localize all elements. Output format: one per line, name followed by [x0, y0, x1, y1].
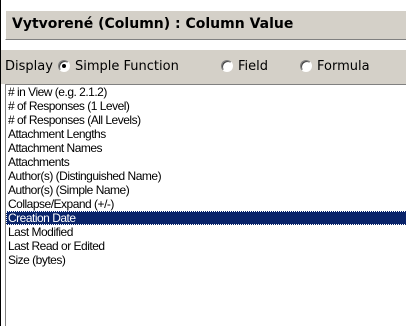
column-value-panel: Vytvorené (Column) : Column Value Displa…: [0, 0, 406, 326]
radio-selected-dot-icon: [62, 64, 66, 68]
display-options-row: Display Simple Function Field Formula: [1, 50, 406, 84]
field-radio[interactable]: Field: [221, 58, 268, 74]
list-item-last-modified[interactable]: Last Modified: [6, 225, 406, 239]
list-item-author-distinguished[interactable]: Author(s) (Distinguished Name): [6, 169, 406, 183]
formula-radio[interactable]: Formula: [300, 58, 370, 74]
simple-function-radio[interactable]: Simple Function: [58, 58, 179, 74]
list-item-attachment-names[interactable]: Attachment Names: [6, 141, 406, 155]
panel-header: Vytvorené (Column) : Column Value: [5, 10, 406, 40]
formula-label[interactable]: Formula: [317, 59, 370, 74]
list-item-responses-1-level[interactable]: # of Responses (1 Level): [6, 99, 406, 113]
list-item-responses-all-levels[interactable]: # of Responses (All Levels): [6, 113, 406, 127]
simple-function-label[interactable]: Simple Function: [75, 59, 179, 74]
list-item-size-bytes[interactable]: Size (bytes): [6, 253, 406, 267]
list-item-attachments[interactable]: Attachments: [6, 155, 406, 169]
list-item-author-simple[interactable]: Author(s) (Simple Name): [6, 183, 406, 197]
radio-button-icon[interactable]: [58, 60, 70, 72]
field-label[interactable]: Field: [238, 59, 268, 74]
radio-button-icon[interactable]: [221, 60, 233, 72]
list-item-in-view[interactable]: # in View (e.g. 2.1.2): [6, 85, 406, 99]
list-item-attachment-lengths[interactable]: Attachment Lengths: [6, 127, 406, 141]
display-label: Display: [5, 59, 53, 74]
list-item-creation-date-selected[interactable]: Creation Date: [6, 211, 406, 225]
radio-button-icon[interactable]: [300, 60, 312, 72]
panel-title: Vytvorené (Column) : Column Value: [12, 16, 294, 32]
function-list[interactable]: # in View (e.g. 2.1.2) # of Responses (1…: [5, 84, 406, 326]
list-item-collapse-expand[interactable]: Collapse/Expand (+/-): [6, 197, 406, 211]
list-item-last-read-or-edited[interactable]: Last Read or Edited: [6, 239, 406, 253]
